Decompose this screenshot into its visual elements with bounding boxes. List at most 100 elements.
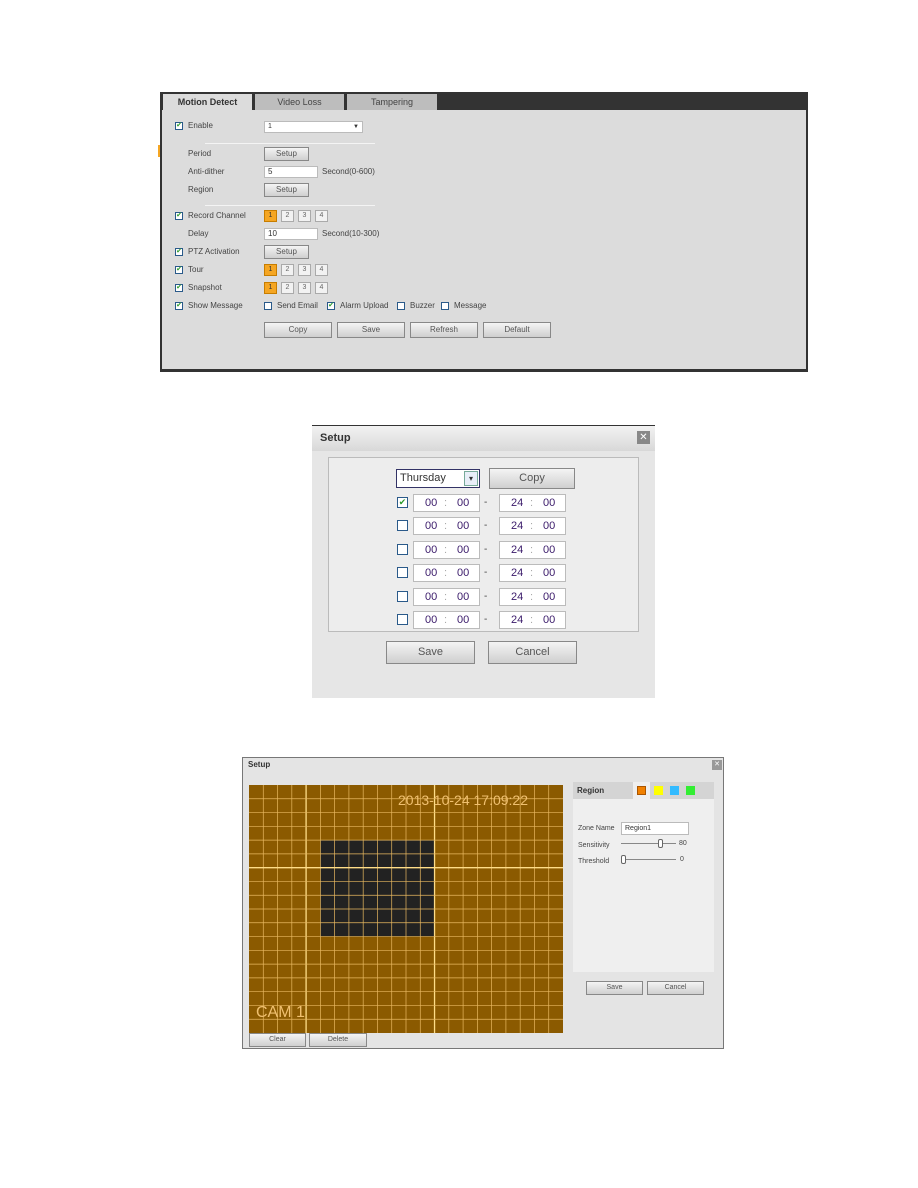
period-checkbox[interactable] <box>397 614 408 625</box>
threshold-slider-handle[interactable] <box>621 855 626 864</box>
delay-input[interactable]: 10 <box>264 228 318 240</box>
message-checkbox[interactable] <box>441 302 449 310</box>
region-setup-button[interactable]: Setup <box>264 183 309 197</box>
hour-value[interactable]: 00 <box>425 497 437 509</box>
snapshot-checkbox[interactable]: ✔ <box>175 284 183 292</box>
minute-value[interactable]: 00 <box>457 544 469 556</box>
end-time-input[interactable]: 24 : 00 <box>499 611 566 629</box>
region-color-orange[interactable] <box>637 786 646 795</box>
tour-channel-4[interactable]: 4 <box>315 264 328 276</box>
save-button[interactable]: Save <box>386 641 475 664</box>
anti-dither-input[interactable]: 5 <box>264 166 318 178</box>
sensitivity-slider-handle[interactable] <box>658 839 663 848</box>
minute-value[interactable]: 00 <box>457 591 469 603</box>
zone-name-label: Zone Name <box>578 825 615 832</box>
tab-motion-detect[interactable]: Motion Detect <box>163 94 252 111</box>
record-channel-2[interactable]: 2 <box>281 210 294 222</box>
copy-button[interactable]: Copy <box>264 322 332 338</box>
period-checkbox[interactable] <box>397 567 408 579</box>
minute-value[interactable]: 00 <box>457 614 469 626</box>
chevron-down-icon[interactable]: ▾ <box>464 471 478 486</box>
region-color-green[interactable] <box>686 786 695 795</box>
default-button[interactable]: Default <box>483 322 551 338</box>
minute-value[interactable]: 00 <box>457 497 469 509</box>
hour-value[interactable]: 00 <box>425 591 437 603</box>
record-channel-checkbox[interactable]: ✔ <box>175 212 183 220</box>
zone-name-input[interactable]: Region1 <box>621 822 689 835</box>
hour-value[interactable]: 00 <box>425 614 437 626</box>
start-time-input[interactable]: 00 : 00 <box>413 587 480 606</box>
minute-value[interactable]: 00 <box>543 567 555 579</box>
delete-button[interactable]: Delete <box>309 1033 367 1047</box>
buzzer-checkbox[interactable] <box>397 302 405 310</box>
tab-tampering[interactable]: Tampering <box>347 94 437 110</box>
minute-value[interactable]: 00 <box>457 567 469 579</box>
hour-value[interactable]: 24 <box>511 614 523 626</box>
snapshot-channel-3[interactable]: 3 <box>298 282 311 294</box>
save-button[interactable]: Save <box>337 322 405 338</box>
close-icon[interactable]: ✕ <box>637 431 650 444</box>
record-channel-1[interactable]: 1 <box>264 210 277 222</box>
ptz-setup-button[interactable]: Setup <box>264 245 309 259</box>
tab-video-loss[interactable]: Video Loss <box>255 94 344 110</box>
copy-button[interactable]: Copy <box>489 468 575 489</box>
minute-value[interactable]: 00 <box>543 544 555 556</box>
period-setup-button[interactable]: Setup <box>264 147 309 161</box>
snapshot-channel-2[interactable]: 2 <box>281 282 294 294</box>
video-region-grid[interactable] <box>249 785 563 1033</box>
end-time-input[interactable]: 24 : 00 <box>499 564 566 583</box>
start-time-input[interactable]: 00 : 00 <box>413 540 480 559</box>
hour-value[interactable]: 24 <box>511 544 523 556</box>
send-email-checkbox[interactable] <box>264 302 272 310</box>
save-button[interactable]: Save <box>586 981 643 995</box>
start-time-input[interactable]: 00 : 00 <box>413 494 480 512</box>
period-checkbox[interactable] <box>397 543 408 555</box>
hour-value[interactable]: 00 <box>425 520 437 532</box>
cancel-button[interactable]: Cancel <box>647 981 704 995</box>
end-time-input[interactable]: 24 : 00 <box>499 494 566 512</box>
hour-value[interactable]: 24 <box>511 567 523 579</box>
alarm-upload-checkbox[interactable]: ✔ <box>327 302 335 310</box>
channel-select[interactable]: 1 ▼ <box>264 121 363 133</box>
cancel-button[interactable]: Cancel <box>488 641 577 664</box>
hour-value[interactable]: 24 <box>511 591 523 603</box>
tour-checkbox[interactable]: ✔ <box>175 266 183 274</box>
sensitivity-slider[interactable] <box>621 843 676 844</box>
tour-channel-1[interactable]: 1 <box>264 264 277 276</box>
ptz-checkbox[interactable]: ✔ <box>175 248 183 256</box>
enable-checkbox[interactable]: ✔ <box>175 122 183 130</box>
hour-value[interactable]: 00 <box>425 567 437 579</box>
start-time-input[interactable]: 00 : 00 <box>413 564 480 583</box>
minute-value[interactable]: 00 <box>543 520 555 532</box>
end-time-input[interactable]: 24 : 00 <box>499 517 566 536</box>
tour-channel-2[interactable]: 2 <box>281 264 294 276</box>
minute-value[interactable]: 00 <box>543 614 555 626</box>
day-select[interactable]: Thursday ▾ <box>396 469 480 488</box>
minute-value[interactable]: 00 <box>543 497 555 509</box>
snapshot-channel-4[interactable]: 4 <box>315 282 328 294</box>
region-color-blue[interactable] <box>670 786 679 795</box>
start-time-input[interactable]: 00 : 00 <box>413 611 480 629</box>
end-time-input[interactable]: 24 : 00 <box>499 540 566 559</box>
snapshot-channel-1[interactable]: 1 <box>264 282 277 294</box>
minute-value[interactable]: 00 <box>543 591 555 603</box>
tour-channel-3[interactable]: 3 <box>298 264 311 276</box>
hour-value[interactable]: 00 <box>425 544 437 556</box>
show-message-checkbox[interactable]: ✔ <box>175 302 183 310</box>
region-color-yellow[interactable] <box>654 786 663 795</box>
period-checkbox[interactable] <box>397 520 408 532</box>
record-channel-3[interactable]: 3 <box>298 210 311 222</box>
period-checkbox[interactable]: ✔ <box>397 497 408 508</box>
close-icon[interactable]: ✕ <box>712 760 722 770</box>
clear-button[interactable]: Clear <box>249 1033 306 1047</box>
period-checkbox[interactable] <box>397 590 408 602</box>
minute-value[interactable]: 00 <box>457 520 469 532</box>
threshold-slider[interactable] <box>621 859 676 860</box>
chevron-down-icon[interactable]: ▼ <box>353 122 359 132</box>
end-time-input[interactable]: 24 : 00 <box>499 587 566 606</box>
hour-value[interactable]: 24 <box>511 497 523 509</box>
record-channel-4[interactable]: 4 <box>315 210 328 222</box>
start-time-input[interactable]: 00 : 00 <box>413 517 480 536</box>
hour-value[interactable]: 24 <box>511 520 523 532</box>
refresh-button[interactable]: Refresh <box>410 322 478 338</box>
